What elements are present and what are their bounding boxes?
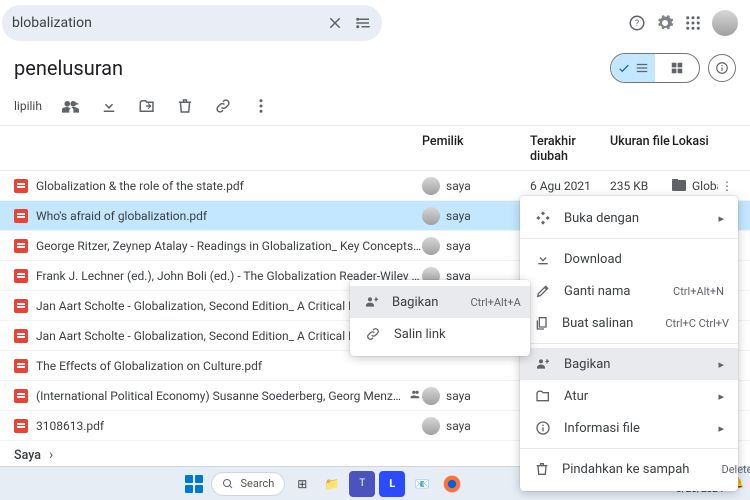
clear-icon[interactable] [326,14,344,32]
submenu-share[interactable]: BagikanCtrl+Alt+A [350,286,530,318]
share-icon[interactable] [62,97,80,115]
owner-name: saya [446,389,471,403]
menu-make-copy[interactable]: Buat salinanCtrl+C Ctrl+V [520,307,738,339]
menu-file-info[interactable]: Informasi file▸ [520,412,738,444]
mail-icon[interactable]: 📧 [409,471,435,497]
delete-icon[interactable] [176,97,194,115]
pdf-icon [14,269,28,283]
shared-icon [409,388,422,404]
file-name: Who's afraid of globalization.pdf [36,209,207,223]
location-name: Globalisation [692,179,718,193]
submenu-copy-link[interactable]: Salin link [350,318,530,350]
explorer-icon[interactable]: 📁 [319,471,345,497]
details-toggle[interactable] [708,54,736,82]
download-icon[interactable] [100,97,118,115]
owner-avatar [422,237,440,255]
menu-share[interactable]: Bagikan▸ [520,348,738,380]
owner-avatar [422,387,440,405]
search-box[interactable] [2,5,382,41]
menu-download[interactable]: Download [520,243,738,275]
list-view-button[interactable] [611,54,655,82]
owner-avatar [422,177,440,195]
file-name: 3108613.pdf [36,419,104,433]
file-name: (International Political Economy) Susann… [36,389,401,403]
menu-rename[interactable]: Ganti namaCtrl+Alt+N [520,275,738,307]
view-toggle[interactable] [610,53,700,83]
search-input[interactable] [12,15,326,31]
file-name: George Ritzer, Zeynep Atalay - Readings … [36,239,422,253]
file-name: The Effects of Globalization on Culture.… [36,359,262,373]
folder-icon [672,180,686,191]
pdf-icon [14,419,28,433]
gear-icon[interactable] [656,14,674,32]
grid-view-button[interactable] [655,54,699,82]
pdf-icon [14,299,28,313]
file-name: Globalization & the role of the state.pd… [36,179,244,193]
selected-count-label: lipilih [14,99,42,113]
chevron-right-icon: › [49,447,53,463]
task-view-icon[interactable]: ⊞ [289,471,315,497]
filter-icon[interactable] [354,14,372,32]
row-more-icon[interactable]: ⋮ [718,179,736,193]
teams-icon[interactable]: T [349,471,375,497]
pdf-icon [14,209,28,223]
page-title: penelusuran [14,56,123,80]
move-icon[interactable] [138,97,156,115]
owner-avatar [422,417,440,435]
link-icon[interactable] [214,97,232,115]
menu-open-with[interactable]: Buka dengan▸ [520,202,738,234]
file-size: 235 KB [610,179,672,193]
pdf-icon [14,179,28,193]
app-l-icon[interactable]: L [379,471,405,497]
owner-name: saya [446,209,471,223]
owner-name: saya [446,239,471,253]
pdf-icon [14,389,28,403]
modified-date: 6 Agu 2021 [530,179,610,193]
pdf-icon [14,359,28,373]
firefox-icon[interactable] [439,471,465,497]
account-avatar[interactable] [712,10,738,36]
share-submenu: BagikanCtrl+Alt+A Salin link [350,280,530,356]
menu-trash[interactable]: Pindahkan ke sampahDelete [520,453,738,485]
owner-avatar [422,207,440,225]
more-icon[interactable] [252,97,270,115]
apps-icon[interactable] [684,14,702,32]
pdf-icon [14,239,28,253]
help-icon[interactable]: ? [628,14,646,32]
svg-text:?: ? [635,19,639,29]
column-headers: Pemilik Terakhir diubah Ukuran file Loka… [0,126,750,171]
context-menu: Buka dengan▸ Download Ganti namaCtrl+Alt… [520,196,738,491]
owner-name: saya [446,419,471,433]
selection-toolbar: lipilih [0,90,750,126]
owner-name: saya [446,179,471,193]
menu-organize[interactable]: Atur▸ [520,380,738,412]
taskbar-search[interactable]: Search [211,472,285,496]
owner-chip[interactable]: Saya [14,448,41,463]
pdf-icon [14,329,28,343]
start-button[interactable] [181,471,207,497]
